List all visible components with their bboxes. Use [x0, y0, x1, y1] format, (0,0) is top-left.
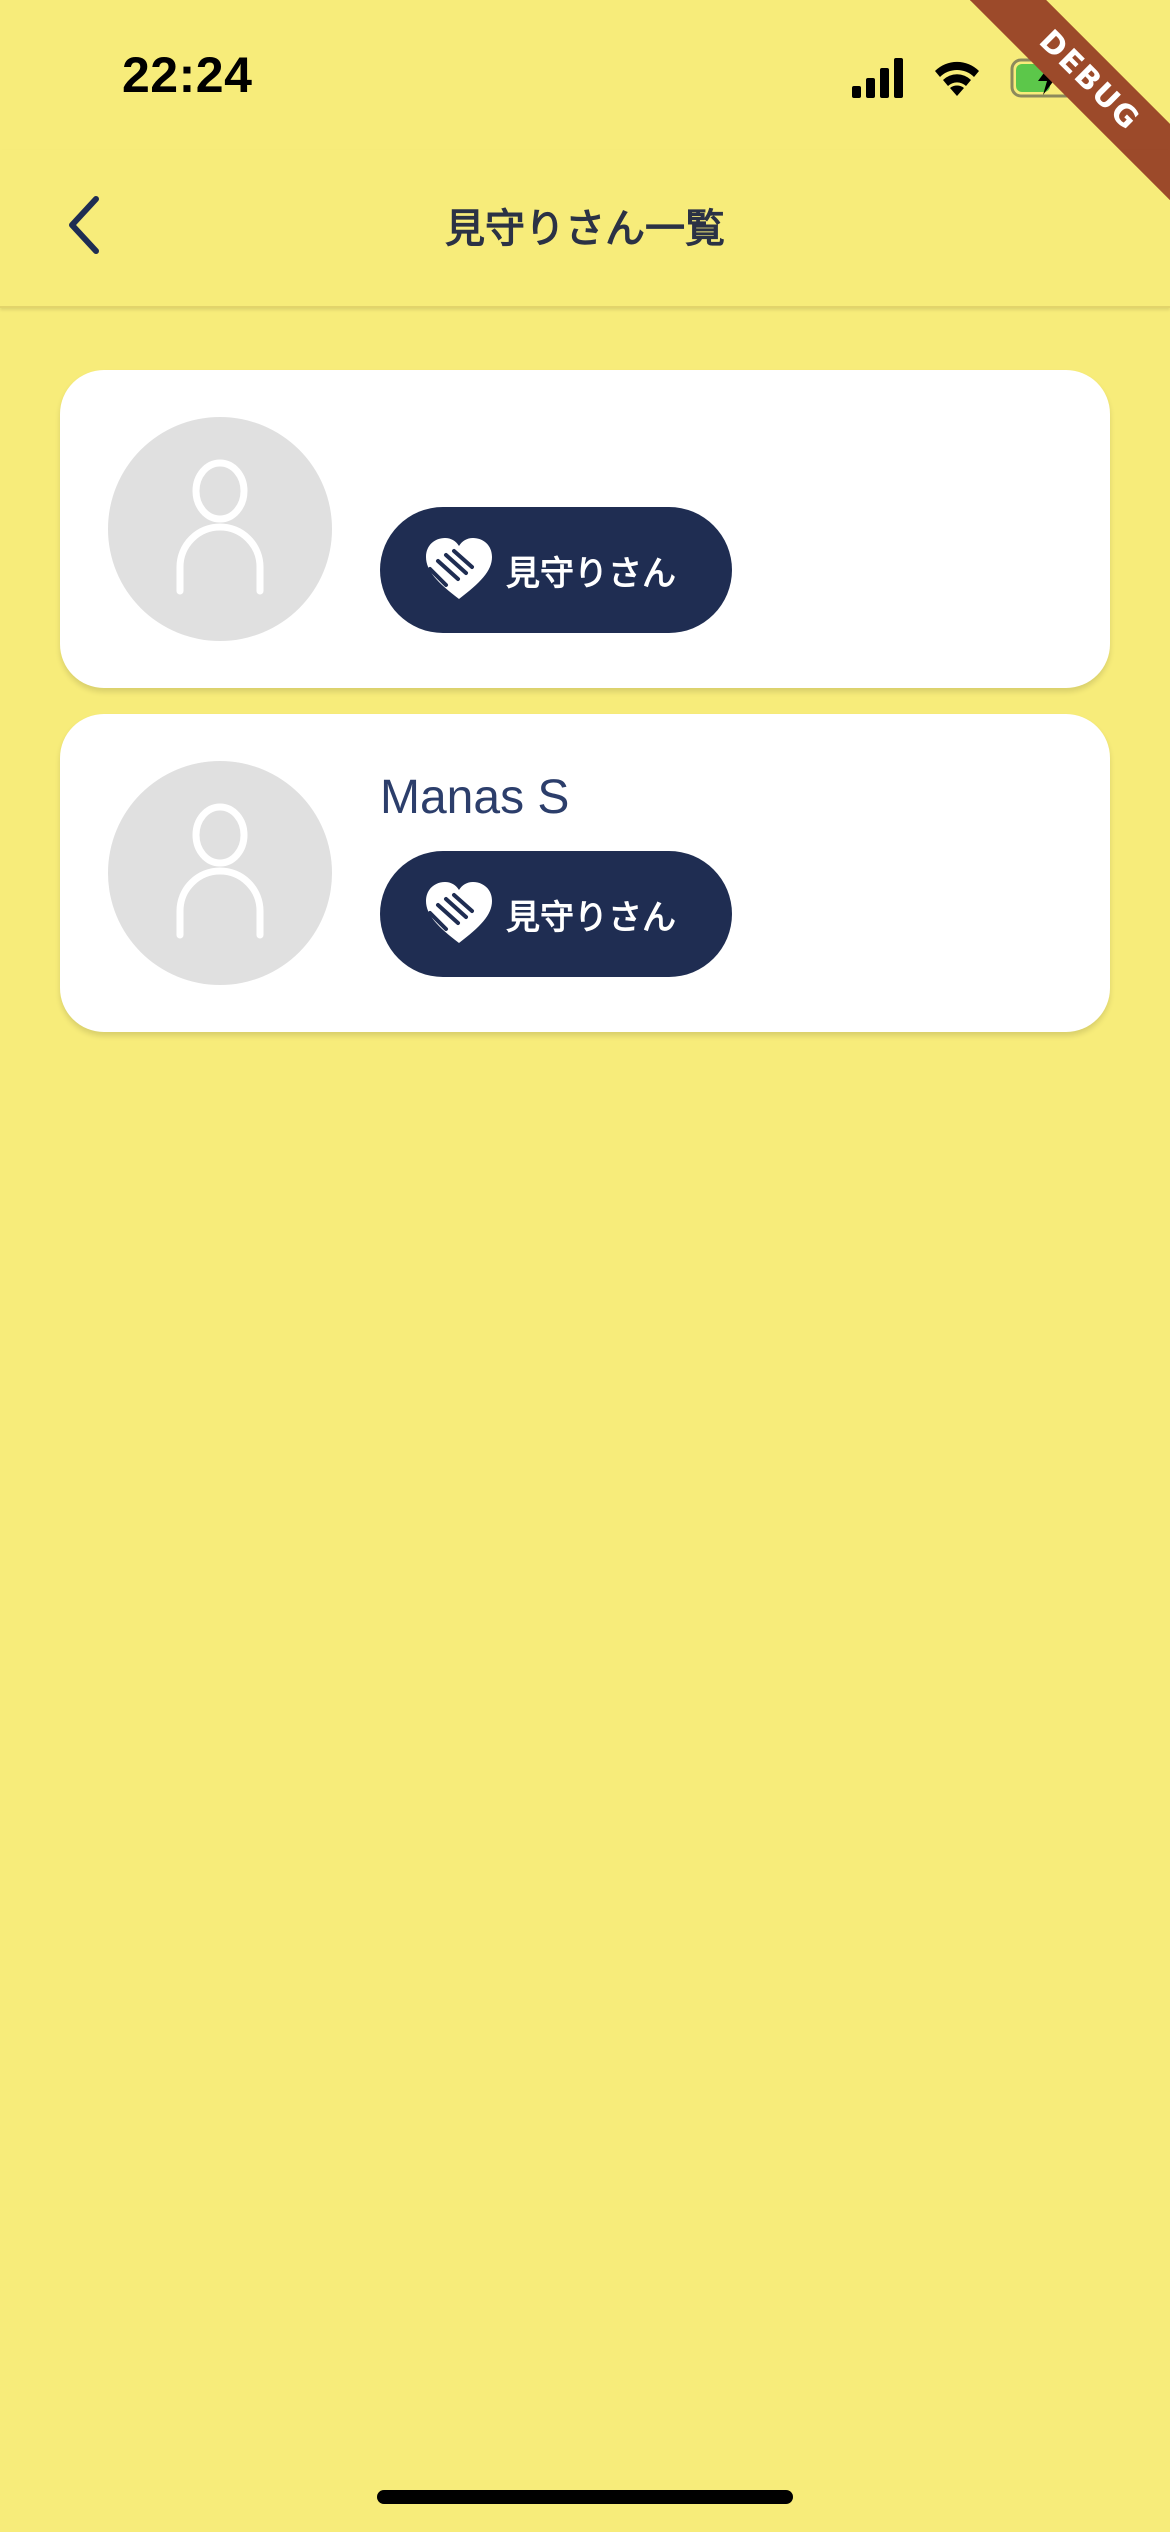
watcher-card[interactable]: 見守りさん [60, 370, 1110, 688]
avatar [108, 761, 332, 985]
battery-charging-icon [1010, 58, 1088, 98]
app-bar: 見守りさん一覧 [0, 150, 1170, 308]
role-badge-label: 見守りさん [506, 897, 676, 938]
signal-icon [852, 58, 903, 98]
person-icon [176, 459, 264, 595]
role-badge[interactable]: 見守りさん [380, 507, 732, 633]
status-icons [850, 56, 1090, 100]
watcher-card[interactable]: Manas S 見守りさん [60, 714, 1110, 1032]
status-bar: 22:24 [0, 0, 1170, 150]
watcher-name: Manas S [380, 771, 570, 824]
wifi-icon [935, 61, 979, 96]
page-title: 見守りさん一覧 [445, 206, 725, 252]
heart-hand-icon [426, 538, 492, 599]
role-badge-label: 見守りさん [506, 553, 676, 594]
watcher-list: 見守りさん Manas S 見守りさん [60, 370, 1110, 1058]
status-time: 22:24 [122, 47, 253, 103]
heart-hand-icon [426, 882, 492, 943]
avatar [108, 417, 332, 641]
role-badge[interactable]: 見守りさん [380, 851, 732, 977]
home-indicator[interactable] [377, 2490, 793, 2504]
person-icon [176, 803, 264, 939]
